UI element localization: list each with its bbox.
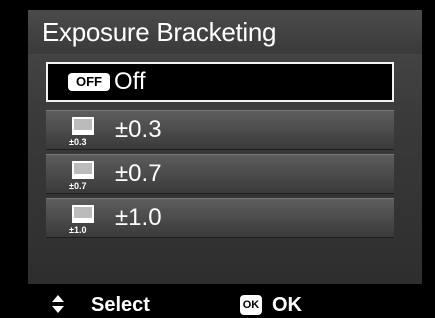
menu-item-label: ±0.3 [115,116,162,143]
ok-button-icon: OK [240,295,262,315]
bracket-0-7-icon: ±0.7 [69,161,94,190]
menu-item-label: Off [114,68,146,95]
menu-item-1-0[interactable]: ±1.0 ±1.0 [46,198,394,238]
bracket-1-0-icon: ±1.0 [69,205,94,234]
page-title: Exposure Bracketing [42,17,277,47]
menu-item-0-7[interactable]: ±0.7 ±0.7 [46,154,394,194]
up-down-arrow-icon [52,295,64,313]
bracket-icon-text: ±1.0 [69,225,86,234]
ok-hint-label: OK [272,294,302,316]
menu-item-0-3[interactable]: ±0.3 ±0.3 [46,110,394,150]
bracket-icon-text: ±0.3 [69,137,86,146]
footer-hints: Select OK OK [28,292,422,318]
menu-item-off[interactable]: OFF Off [46,62,394,102]
menu-item-label: ±1.0 [115,204,162,231]
bracket-0-3-icon: ±0.3 [69,117,94,146]
select-hint-label: Select [91,294,150,316]
title-bar: Exposure Bracketing [28,10,422,54]
camera-menu-screen: Exposure Bracketing OFF Off ±0.3 ±0.3 ±0… [0,0,435,318]
menu-item-label: ±0.7 [115,160,162,187]
bracket-icon-text: ±0.7 [69,181,86,190]
off-badge-icon: OFF [68,73,110,91]
